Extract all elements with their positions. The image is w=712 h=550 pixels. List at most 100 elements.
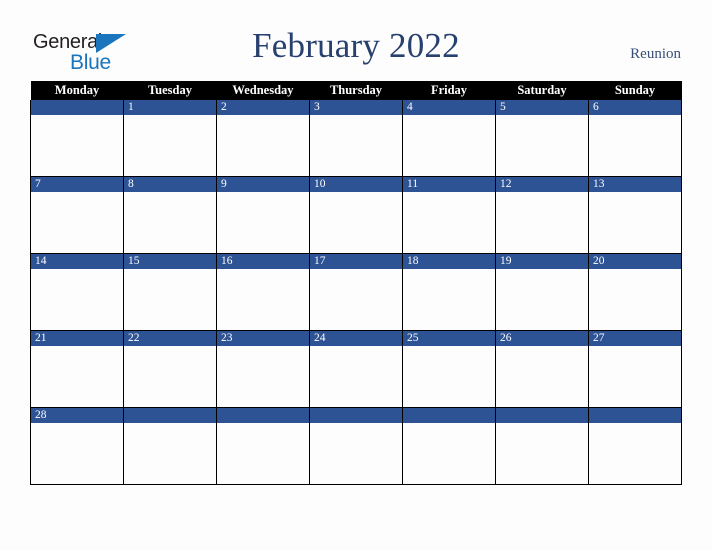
day-cell[interactable]: 24 (309, 330, 403, 408)
day-number: 27 (589, 331, 681, 346)
day-cell[interactable]: 14 (30, 253, 124, 331)
weekday-header-saturday: Saturday (495, 81, 589, 100)
day-notes-area[interactable] (589, 192, 681, 253)
day-notes-area[interactable] (496, 269, 588, 330)
day-cell[interactable]: 8 (123, 176, 217, 254)
day-notes-area[interactable] (310, 346, 402, 407)
country-label: Reunion (630, 46, 681, 62)
day-notes-area[interactable] (589, 269, 681, 330)
day-number: 8 (124, 177, 216, 192)
day-number (124, 408, 216, 423)
day-cell[interactable]: 20 (588, 253, 682, 331)
day-cell[interactable]: 16 (216, 253, 310, 331)
day-number: 7 (31, 177, 123, 192)
day-cell[interactable]: 19 (495, 253, 589, 331)
day-notes-area[interactable] (403, 346, 495, 407)
day-notes-area[interactable] (124, 269, 216, 330)
day-number: 4 (403, 100, 495, 115)
day-number: 19 (496, 254, 588, 269)
day-cell[interactable] (123, 407, 217, 485)
day-notes-area[interactable] (496, 346, 588, 407)
weekday-header-wednesday: Wednesday (216, 81, 310, 100)
day-cell[interactable]: 11 (402, 176, 496, 254)
day-cell[interactable]: 4 (402, 100, 496, 177)
day-notes-area[interactable] (31, 115, 123, 176)
day-notes-area[interactable] (589, 346, 681, 407)
day-cell[interactable]: 17 (309, 253, 403, 331)
day-notes-area[interactable] (31, 269, 123, 330)
day-cell[interactable] (30, 100, 124, 177)
day-notes-area[interactable] (310, 192, 402, 253)
day-cell[interactable]: 15 (123, 253, 217, 331)
day-number: 2 (217, 100, 309, 115)
day-cell[interactable] (588, 407, 682, 485)
day-notes-area[interactable] (403, 423, 495, 484)
day-notes-area[interactable] (124, 115, 216, 176)
day-cell[interactable]: 13 (588, 176, 682, 254)
week-row: 28 (30, 407, 682, 485)
day-cell[interactable] (216, 407, 310, 485)
day-notes-area[interactable] (589, 423, 681, 484)
day-notes-area[interactable] (496, 192, 588, 253)
day-notes-area[interactable] (403, 115, 495, 176)
day-cell[interactable]: 25 (402, 330, 496, 408)
day-cell[interactable]: 12 (495, 176, 589, 254)
day-number: 20 (589, 254, 681, 269)
day-number (403, 408, 495, 423)
day-notes-area[interactable] (217, 423, 309, 484)
day-number (31, 100, 123, 115)
weekday-header-monday: Monday (30, 81, 124, 100)
day-cell[interactable] (495, 407, 589, 485)
day-cell[interactable]: 9 (216, 176, 310, 254)
day-notes-area[interactable] (124, 192, 216, 253)
weekday-header-row: Monday Tuesday Wednesday Thursday Friday… (30, 81, 682, 100)
day-cell[interactable]: 28 (30, 407, 124, 485)
day-notes-area[interactable] (31, 423, 123, 484)
day-cell[interactable]: 22 (123, 330, 217, 408)
day-cell[interactable]: 21 (30, 330, 124, 408)
day-cell[interactable]: 1 (123, 100, 217, 177)
day-notes-area[interactable] (403, 192, 495, 253)
day-number: 22 (124, 331, 216, 346)
day-notes-area[interactable] (310, 115, 402, 176)
day-notes-area[interactable] (589, 115, 681, 176)
day-number: 3 (310, 100, 402, 115)
day-notes-area[interactable] (31, 192, 123, 253)
day-number: 21 (31, 331, 123, 346)
day-cell[interactable]: 23 (216, 330, 310, 408)
day-cell[interactable] (402, 407, 496, 485)
week-row: 1 2 3 4 5 6 (30, 100, 682, 177)
day-notes-area[interactable] (217, 192, 309, 253)
day-notes-area[interactable] (496, 423, 588, 484)
day-notes-area[interactable] (310, 423, 402, 484)
day-notes-area[interactable] (217, 115, 309, 176)
day-cell[interactable]: 10 (309, 176, 403, 254)
weekday-header-tuesday: Tuesday (123, 81, 217, 100)
day-number (496, 408, 588, 423)
day-number: 14 (31, 254, 123, 269)
day-cell[interactable]: 18 (402, 253, 496, 331)
day-cell[interactable]: 27 (588, 330, 682, 408)
day-number: 28 (31, 408, 123, 423)
day-cell[interactable]: 3 (309, 100, 403, 177)
day-notes-area[interactable] (217, 346, 309, 407)
day-cell[interactable]: 5 (495, 100, 589, 177)
day-notes-area[interactable] (31, 346, 123, 407)
day-cell[interactable]: 6 (588, 100, 682, 177)
day-number: 5 (496, 100, 588, 115)
day-number: 15 (124, 254, 216, 269)
day-cell[interactable] (309, 407, 403, 485)
day-number (589, 408, 681, 423)
day-notes-area[interactable] (496, 115, 588, 176)
day-cell[interactable]: 7 (30, 176, 124, 254)
day-number: 1 (124, 100, 216, 115)
day-notes-area[interactable] (403, 269, 495, 330)
day-number: 26 (496, 331, 588, 346)
day-cell[interactable]: 2 (216, 100, 310, 177)
day-notes-area[interactable] (124, 423, 216, 484)
week-row: 7 8 9 10 11 12 13 (30, 176, 682, 254)
day-notes-area[interactable] (124, 346, 216, 407)
day-cell[interactable]: 26 (495, 330, 589, 408)
day-notes-area[interactable] (310, 269, 402, 330)
day-notes-area[interactable] (217, 269, 309, 330)
